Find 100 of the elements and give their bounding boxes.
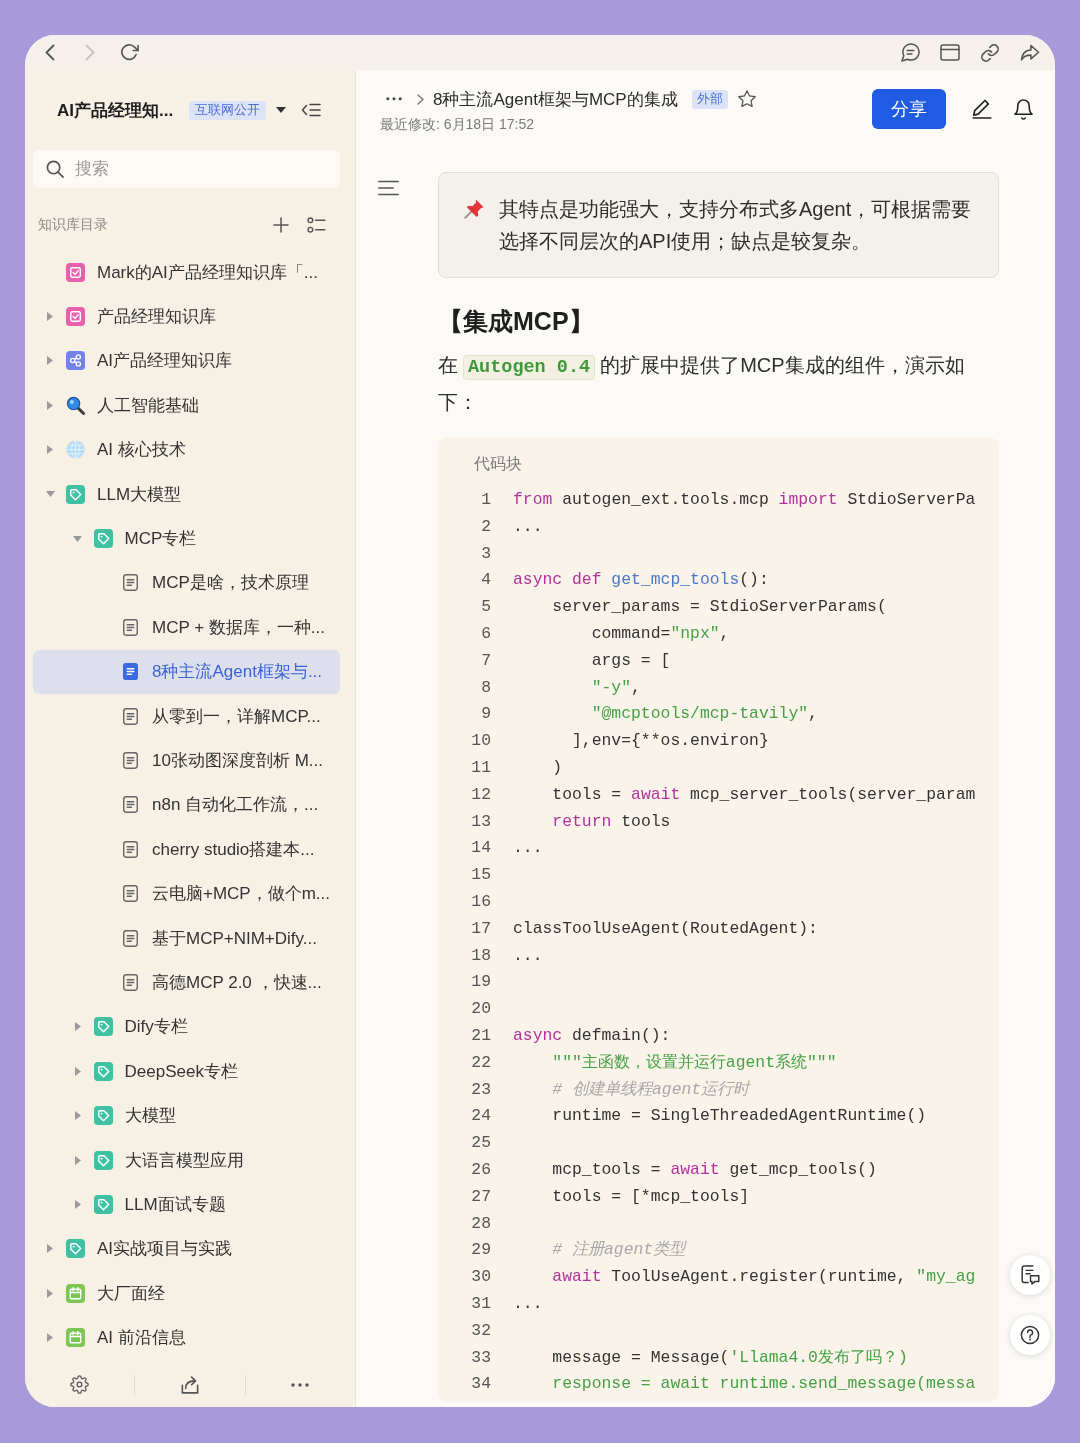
tree-item[interactable]: MCP专栏 — [33, 516, 340, 561]
line-number: 28 — [470, 1212, 491, 1235]
code-line: tools = [*mcp_tools] — [552, 1185, 750, 1208]
line-number: 13 — [470, 810, 491, 833]
outline-icon[interactable] — [378, 180, 399, 196]
tree-item[interactable]: n8n 自动化工作流，... — [33, 782, 340, 828]
line-number: 25 — [470, 1132, 491, 1155]
tree-item[interactable]: AI实战项目与实践 — [33, 1226, 340, 1271]
line-number: 19 — [470, 971, 491, 994]
line-number: 5 — [480, 596, 491, 619]
caret-icon[interactable] — [276, 107, 287, 113]
star-icon[interactable] — [737, 90, 756, 108]
tag-icon — [93, 1017, 113, 1037]
code-line: mcp_tools = await get_mcp_tools() — [552, 1158, 877, 1181]
code-line: ... — [513, 837, 543, 860]
share-icon[interactable] — [1020, 44, 1040, 61]
external-badge: 外部 — [691, 89, 728, 109]
line-number: 18 — [470, 944, 491, 967]
document-title: 8种主流Agent框架与MCP的集成 — [433, 88, 678, 111]
collapse-sidebar-icon[interactable] — [301, 103, 322, 117]
bell-icon[interactable] — [1014, 98, 1033, 120]
export-icon[interactable] — [181, 1375, 199, 1394]
tree-item[interactable]: 大语言模型应用 — [33, 1137, 340, 1183]
tree-item[interactable]: 人工智能基础 — [33, 383, 340, 428]
help-icon — [1020, 1325, 1040, 1345]
code-line: "-y", — [591, 676, 641, 699]
tree-item[interactable]: cherry studio搭建本... — [33, 827, 340, 872]
tree-item[interactable]: MCP是啥，技术原理 — [33, 560, 340, 606]
tree-item[interactable]: 产品经理知识库 — [33, 294, 340, 339]
code-line: "@mcptools/mcp-tavily", — [591, 703, 818, 726]
list-icon[interactable] — [307, 217, 326, 233]
line-number: 14 — [470, 837, 491, 860]
code-line: command="npx", — [591, 623, 730, 645]
tree-item[interactable]: AI 核心技术 — [33, 427, 340, 472]
tree-item[interactable]: AI产品经理知识库 — [33, 338, 340, 384]
line-number: 3 — [480, 542, 491, 565]
line-number: 32 — [470, 1319, 491, 1342]
tree-item[interactable]: 高德MCP 2.0 ，快速... — [33, 960, 340, 1005]
tree-item[interactable]: 大模型 — [33, 1093, 340, 1138]
last-modified-text: 最近修改: 6月18日 17:52 — [380, 116, 536, 132]
tree-item[interactable]: 10张动图深度剖析 M... — [33, 738, 340, 783]
document-button[interactable] — [1010, 1255, 1050, 1295]
code-line: ... — [513, 515, 543, 538]
tree-item[interactable]: 8种主流Agent框架与... — [33, 649, 340, 694]
tree-item[interactable]: LLM面试专题 — [33, 1182, 340, 1227]
document-icon — [123, 840, 138, 858]
code-line: ... — [513, 944, 543, 967]
back-icon[interactable] — [45, 44, 55, 61]
line-number: 21 — [470, 1024, 491, 1047]
tree-item[interactable]: 基于MCP+NIM+Dify... — [33, 915, 340, 961]
tree-item[interactable]: 云电脑+MCP，做个m... — [33, 871, 340, 916]
edit-icon[interactable] — [972, 99, 992, 119]
add-icon[interactable] — [273, 217, 289, 233]
checklist-icon — [66, 307, 85, 327]
line-number: 23 — [470, 1078, 491, 1101]
line-number: 29 — [470, 1239, 491, 1262]
tree-item[interactable]: LLM大模型 — [33, 471, 340, 517]
share-button[interactable]: 分享 — [872, 89, 946, 129]
comment-icon[interactable] — [900, 43, 920, 62]
help-button[interactable] — [1010, 1315, 1050, 1355]
line-number: 4 — [480, 569, 491, 592]
line-number: 8 — [480, 676, 491, 699]
code-line: from autogen_ext.tools.mcp import StdioServerPa — [513, 489, 976, 511]
document-icon — [123, 973, 138, 991]
code-line: message = Message('Llama4.0发布了吗？) — [552, 1346, 908, 1369]
settings-icon[interactable] — [70, 1375, 90, 1394]
tree-item[interactable]: 从零到一，详解MCP... — [33, 693, 340, 739]
code-line: # 注册agent类型 — [552, 1239, 686, 1262]
tag-icon — [93, 529, 113, 549]
tree-item[interactable]: Dify专栏 — [33, 1004, 340, 1050]
window-icon[interactable] — [940, 44, 960, 61]
line-number: 33 — [470, 1346, 491, 1369]
link-icon[interactable] — [981, 43, 999, 62]
document-icon — [123, 663, 138, 681]
search-field[interactable]: 搜索 — [33, 150, 340, 188]
calendar-icon — [66, 1283, 85, 1303]
code-line: args = [ — [591, 649, 671, 672]
reload-icon[interactable] — [121, 44, 139, 61]
line-number: 12 — [470, 783, 491, 806]
callout-text: 其特点是功能强大，支持分布式多Agent，可根据需要选择不同层次的API使用；缺点是较复杂。 — [499, 197, 973, 254]
line-number: 16 — [470, 890, 491, 913]
line-number: 1 — [480, 489, 491, 511]
tag-icon — [93, 1194, 113, 1214]
code-line: ... — [513, 1292, 543, 1315]
more-icon[interactable] — [291, 1382, 310, 1387]
document-icon — [123, 752, 138, 769]
line-number: 9 — [480, 703, 491, 726]
tree-item[interactable]: AI 前沿信息 — [33, 1315, 340, 1360]
line-number: 20 — [470, 998, 491, 1021]
code-line: ) — [552, 756, 563, 779]
pushpin-icon — [463, 198, 485, 220]
tree-item[interactable]: Mark的AI产品经理知识库「... — [33, 250, 340, 295]
more-icon[interactable] — [386, 97, 402, 101]
code-line: # 创建单线程agent运行时 — [552, 1078, 750, 1101]
tree-item[interactable]: MCP + 数据库，一种... — [33, 605, 340, 650]
document-icon — [123, 796, 138, 814]
tree-item[interactable]: DeepSeek专栏 — [33, 1049, 340, 1094]
tree-item[interactable]: 大厂面经 — [33, 1271, 340, 1316]
code-line: classToolUseAgent(RoutedAgent): — [513, 917, 818, 940]
calendar-icon — [66, 1328, 85, 1348]
